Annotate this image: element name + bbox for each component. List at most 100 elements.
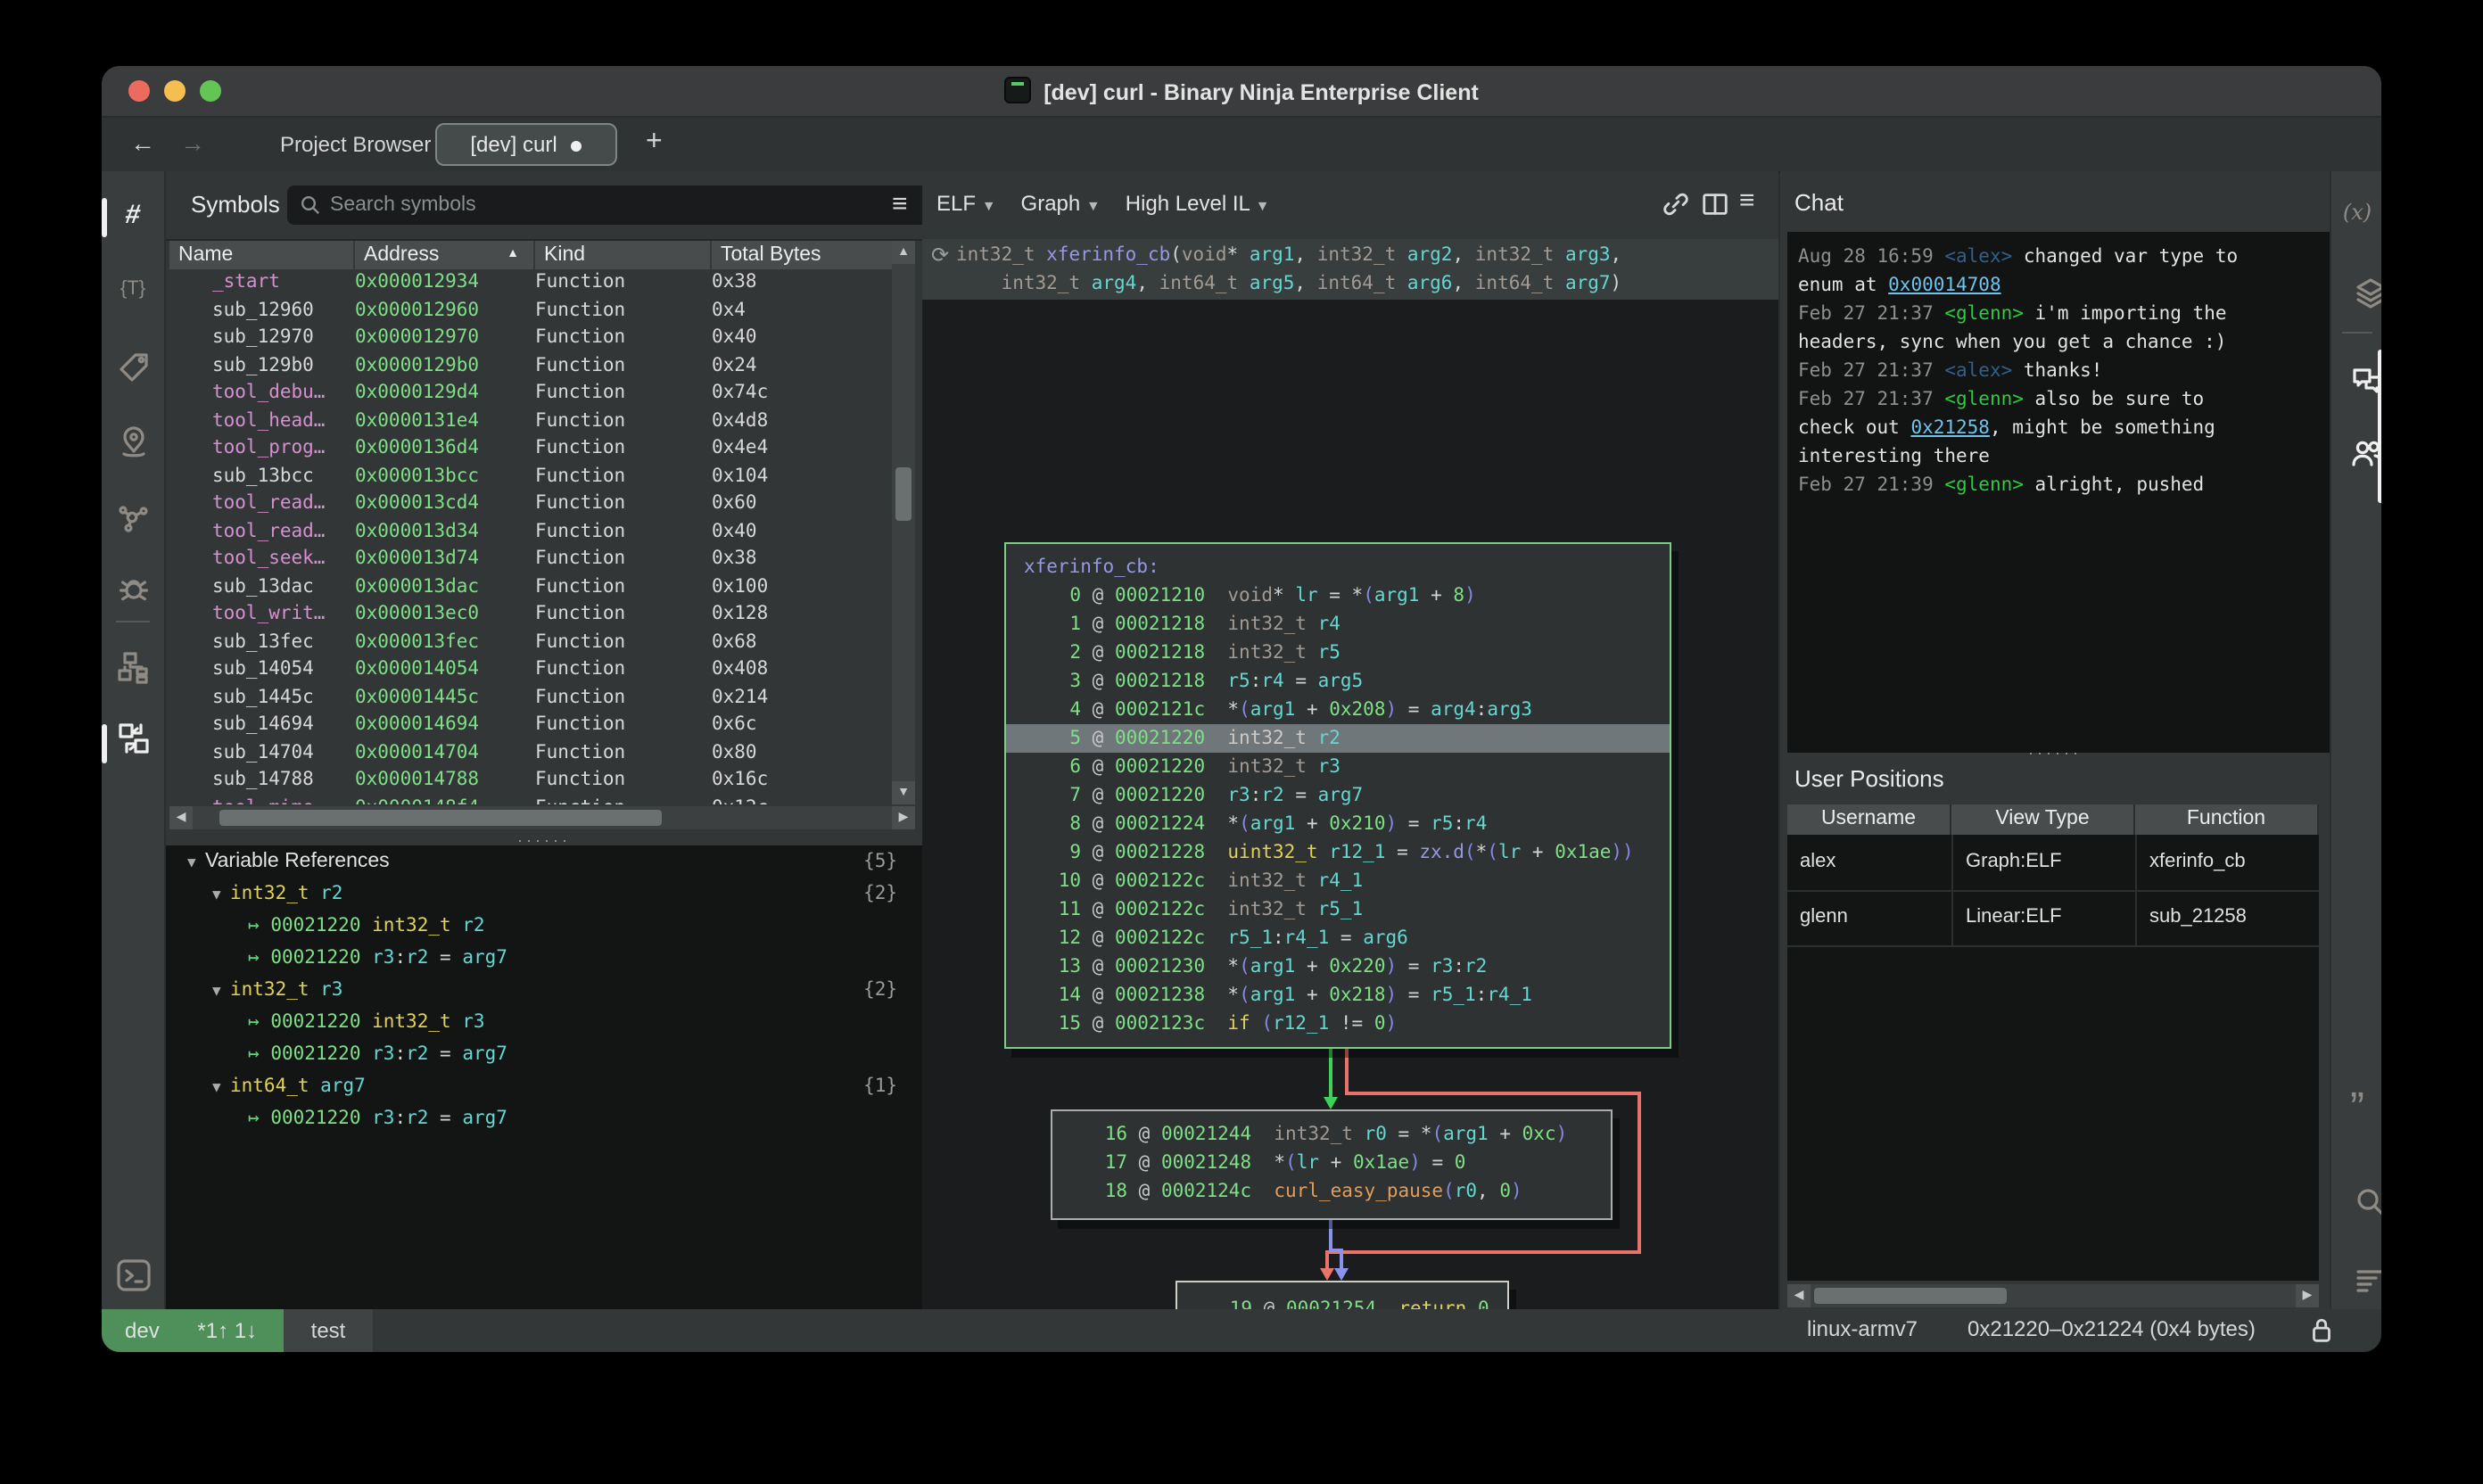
symbol-row[interactable]: tool_read…0x000013cd4Function0x60 <box>169 491 892 518</box>
column-header-total-bytes[interactable]: Total Bytes <box>712 241 915 269</box>
chat-bubbles-icon[interactable] <box>2335 364 2381 408</box>
search-symbols-input[interactable]: Search symbols <box>287 186 947 225</box>
column-header-username[interactable]: Username <box>1787 804 1951 835</box>
hlil-line-8[interactable]: 8 @ 00021224 *(arg1 + 0x210) = r5:r4 <box>1006 810 1670 838</box>
tag-icon[interactable] <box>102 350 164 394</box>
userpos-hscrollbar[interactable]: ◀ ▶ <box>1787 1284 2319 1307</box>
lock-icon[interactable] <box>2306 1315 2337 1350</box>
symbols-hash-icon[interactable]: # <box>102 200 166 230</box>
symbol-row[interactable]: sub_129700x000012970Function0x40 <box>169 325 892 352</box>
refresh-icon[interactable]: ⟳ <box>931 241 949 269</box>
hlil-line-18[interactable]: 18 @ 0002124c curl_easy_pause(r0, 0) <box>1052 1177 1611 1206</box>
xref-section-row[interactable]: ▼Variable References{5} <box>166 845 922 878</box>
hlil-line-13[interactable]: 13 @ 00021230 *(arg1 + 0x220) = r3:r2 <box>1006 952 1670 981</box>
basic-block-true[interactable]: 16 @ 00021244 int32_t r0 = *(arg1 + 0xc)… <box>1051 1109 1613 1220</box>
hlil-graph[interactable]: xferinfo_cb:0 @ 00021210 void* lr = *(ar… <box>922 300 1778 1309</box>
user-position-row[interactable]: glennLinear:ELFsub_21258 <box>1787 890 2319 947</box>
user-position-row[interactable]: alexGraph:ELFxferinfo_cb <box>1787 835 2319 892</box>
hlil-line-0[interactable]: 0 @ 00021210 void* lr = *(arg1 + 8) <box>1006 581 1670 610</box>
hlil-line-10[interactable]: 10 @ 0002122c int32_t r4_1 <box>1006 867 1670 895</box>
symbol-row[interactable]: sub_140540x000014054Function0x408 <box>169 656 892 684</box>
branch-test[interactable]: test <box>284 1309 373 1352</box>
cross-references-icon[interactable] <box>102 499 164 544</box>
view-mode-high-level-il[interactable]: High Level IL ▼ <box>1126 191 1270 216</box>
address-link[interactable]: 0x00014708 <box>1888 275 2000 296</box>
hlil-line-17[interactable]: 17 @ 00021248 *(lr + 0x1ae) = 0 <box>1052 1149 1611 1177</box>
column-header-function[interactable]: Function <box>2135 804 2319 835</box>
hlil-line-15[interactable]: 15 @ 0002123c if (r12_1 != 0) <box>1006 1010 1670 1038</box>
hlil-line-4[interactable]: 4 @ 0002121c *(arg1 + 0x208) = arg4:arg3 <box>1006 696 1670 724</box>
symbol-row[interactable]: tool_mime…0x0000148f4Function0x12c <box>169 795 892 804</box>
symbol-row[interactable]: sub_147880x000014788Function0x16c <box>169 767 892 795</box>
forward-arrow-icon[interactable]: → <box>180 128 205 157</box>
tab-project-browser[interactable]: Project Browser <box>280 132 431 157</box>
symbol-row[interactable]: sub_1445c0x00001445cFunction0x214 <box>169 684 892 712</box>
symbol-row[interactable]: tool_seek…0x000013d74Function0x38 <box>169 546 892 573</box>
xref-item-row[interactable]: ↦ 00021220 r3:r2 = arg7 <box>166 942 922 974</box>
link-icon[interactable] <box>1661 189 1691 225</box>
hlil-line-9[interactable]: 9 @ 00021228 uint32_t r12_1 = zx.d(*(lr … <box>1006 838 1670 867</box>
hlil-line-5[interactable]: 5 @ 00021220 int32_t r2 <box>1006 724 1670 753</box>
find-magnifier-icon[interactable] <box>2339 1184 2381 1229</box>
debugger-bug-icon[interactable] <box>102 571 164 615</box>
symbol-row[interactable]: tool_head…0x0000131e4Function0x4d8 <box>169 408 892 435</box>
mini-graph-icon[interactable] <box>102 649 164 694</box>
view-menu-icon[interactable]: ≡ <box>1739 186 1755 216</box>
xref-group-row[interactable]: ▼int32_t r2{2} <box>166 878 922 910</box>
symbol-row[interactable]: sub_146940x000014694Function0x6c <box>169 712 892 739</box>
xref-item-row[interactable]: ↦ 00021220 r3:r2 = arg7 <box>166 1038 922 1070</box>
column-header-address[interactable]: Address ▲ <box>355 241 535 269</box>
column-header-name[interactable]: Name <box>169 241 355 269</box>
symbol-row[interactable]: sub_129600x000012960Function0x4 <box>169 297 892 325</box>
symbol-row[interactable]: sub_13bcc0x000013bccFunction0x104 <box>169 463 892 491</box>
panel-resize-handle[interactable]: ······ <box>1780 744 2330 762</box>
split-view-icon[interactable] <box>1700 189 1730 225</box>
symbol-row[interactable]: tool_debu…0x0000129d4Function0x74c <box>169 380 892 408</box>
symbol-row[interactable]: _start0x000012934Function0x38 <box>169 269 892 297</box>
symbol-row[interactable]: tool_writ…0x000013ec0Function0x128 <box>169 601 892 629</box>
xref-group-row[interactable]: ▼int32_t r3{2} <box>166 974 922 1006</box>
hlil-line-14[interactable]: 14 @ 00021238 *(arg1 + 0x218) = r5_1:r4_… <box>1006 981 1670 1010</box>
xref-group-row[interactable]: ▼int64_t arg7{1} <box>166 1070 922 1102</box>
address-link[interactable]: 0x21258 <box>1910 417 1990 439</box>
symbols-hscrollbar[interactable]: ◀ ▶ <box>169 806 915 829</box>
sync-icon[interactable] <box>102 721 164 765</box>
symbols-vscrollbar[interactable]: ▲ ▼ <box>892 241 915 804</box>
symbol-row[interactable]: tool_read…0x000013d34Function0x40 <box>169 518 892 546</box>
view-mode-graph[interactable]: Graph ▼ <box>1021 191 1101 216</box>
hlil-line-16[interactable]: 16 @ 00021244 int32_t r0 = *(arg1 + 0xc) <box>1052 1120 1611 1149</box>
symbol-row[interactable]: tool_prog…0x0000136d4Function0x4e4 <box>169 435 892 463</box>
symbols-table-header[interactable]: NameAddress ▲KindTotal Bytes <box>169 241 915 269</box>
log-lines-icon[interactable] <box>2339 1263 2381 1307</box>
symbols-menu-icon[interactable]: ≡ <box>892 189 908 219</box>
user-positions-icon[interactable] <box>2335 435 2381 480</box>
new-tab-button[interactable]: + <box>646 127 663 159</box>
back-arrow-icon[interactable]: ← <box>130 128 155 157</box>
basic-block-entry[interactable]: xferinfo_cb:0 @ 00021210 void* lr = *(ar… <box>1004 542 1671 1049</box>
types-icon[interactable]: {T} <box>102 278 164 300</box>
symbol-row[interactable]: sub_13dac0x000013dacFunction0x100 <box>169 573 892 601</box>
symbol-row[interactable]: sub_147040x000014704Function0x80 <box>169 739 892 767</box>
hlil-line-11[interactable]: 11 @ 0002122c int32_t r5_1 <box>1006 895 1670 924</box>
branch-segment[interactable]: dev *1↑ 1↓ <box>102 1309 284 1352</box>
stack-layers-icon[interactable] <box>2339 275 2381 319</box>
xref-item-row[interactable]: ↦ 00021220 int32_t r3 <box>166 1006 922 1038</box>
tab-dev-curl[interactable]: [dev] curl <box>435 123 617 166</box>
basic-block-return[interactable]: 19 @ 00021254 return 0 <box>1176 1281 1509 1309</box>
hlil-line-12[interactable]: 12 @ 0002122c r5_1:r4_1 = arg6 <box>1006 924 1670 952</box>
symbol-row[interactable]: sub_129b00x0000129b0Function0x24 <box>169 352 892 380</box>
hlil-line-2[interactable]: 2 @ 00021218 int32_t r5 <box>1006 639 1670 667</box>
hlil-line-7[interactable]: 7 @ 00021220 r3:r2 = arg7 <box>1006 781 1670 810</box>
hlil-line-1[interactable]: 1 @ 00021218 int32_t r4 <box>1006 610 1670 639</box>
hlil-line-3[interactable]: 3 @ 00021218 r5:r4 = arg5 <box>1006 667 1670 696</box>
xref-item-row[interactable]: ↦ 00021220 int32_t r2 <box>166 910 922 942</box>
bookmark-pin-icon[interactable] <box>102 425 164 469</box>
terminal-icon[interactable] <box>102 1256 164 1304</box>
column-header-view-type[interactable]: View Type <box>1951 804 2135 835</box>
variables-icon[interactable]: (x) <box>2331 200 2381 225</box>
xref-item-row[interactable]: ↦ 00021220 r3:r2 = arg7 <box>166 1102 922 1134</box>
user-positions-header[interactable]: UsernameView TypeFunction <box>1787 804 2319 835</box>
hlil-line-6[interactable]: 6 @ 00021220 int32_t r3 <box>1006 753 1670 781</box>
symbol-row[interactable]: sub_13fec0x000013fecFunction0x68 <box>169 629 892 656</box>
snippets-quote-icon[interactable]: ” <box>2331 1095 2381 1124</box>
